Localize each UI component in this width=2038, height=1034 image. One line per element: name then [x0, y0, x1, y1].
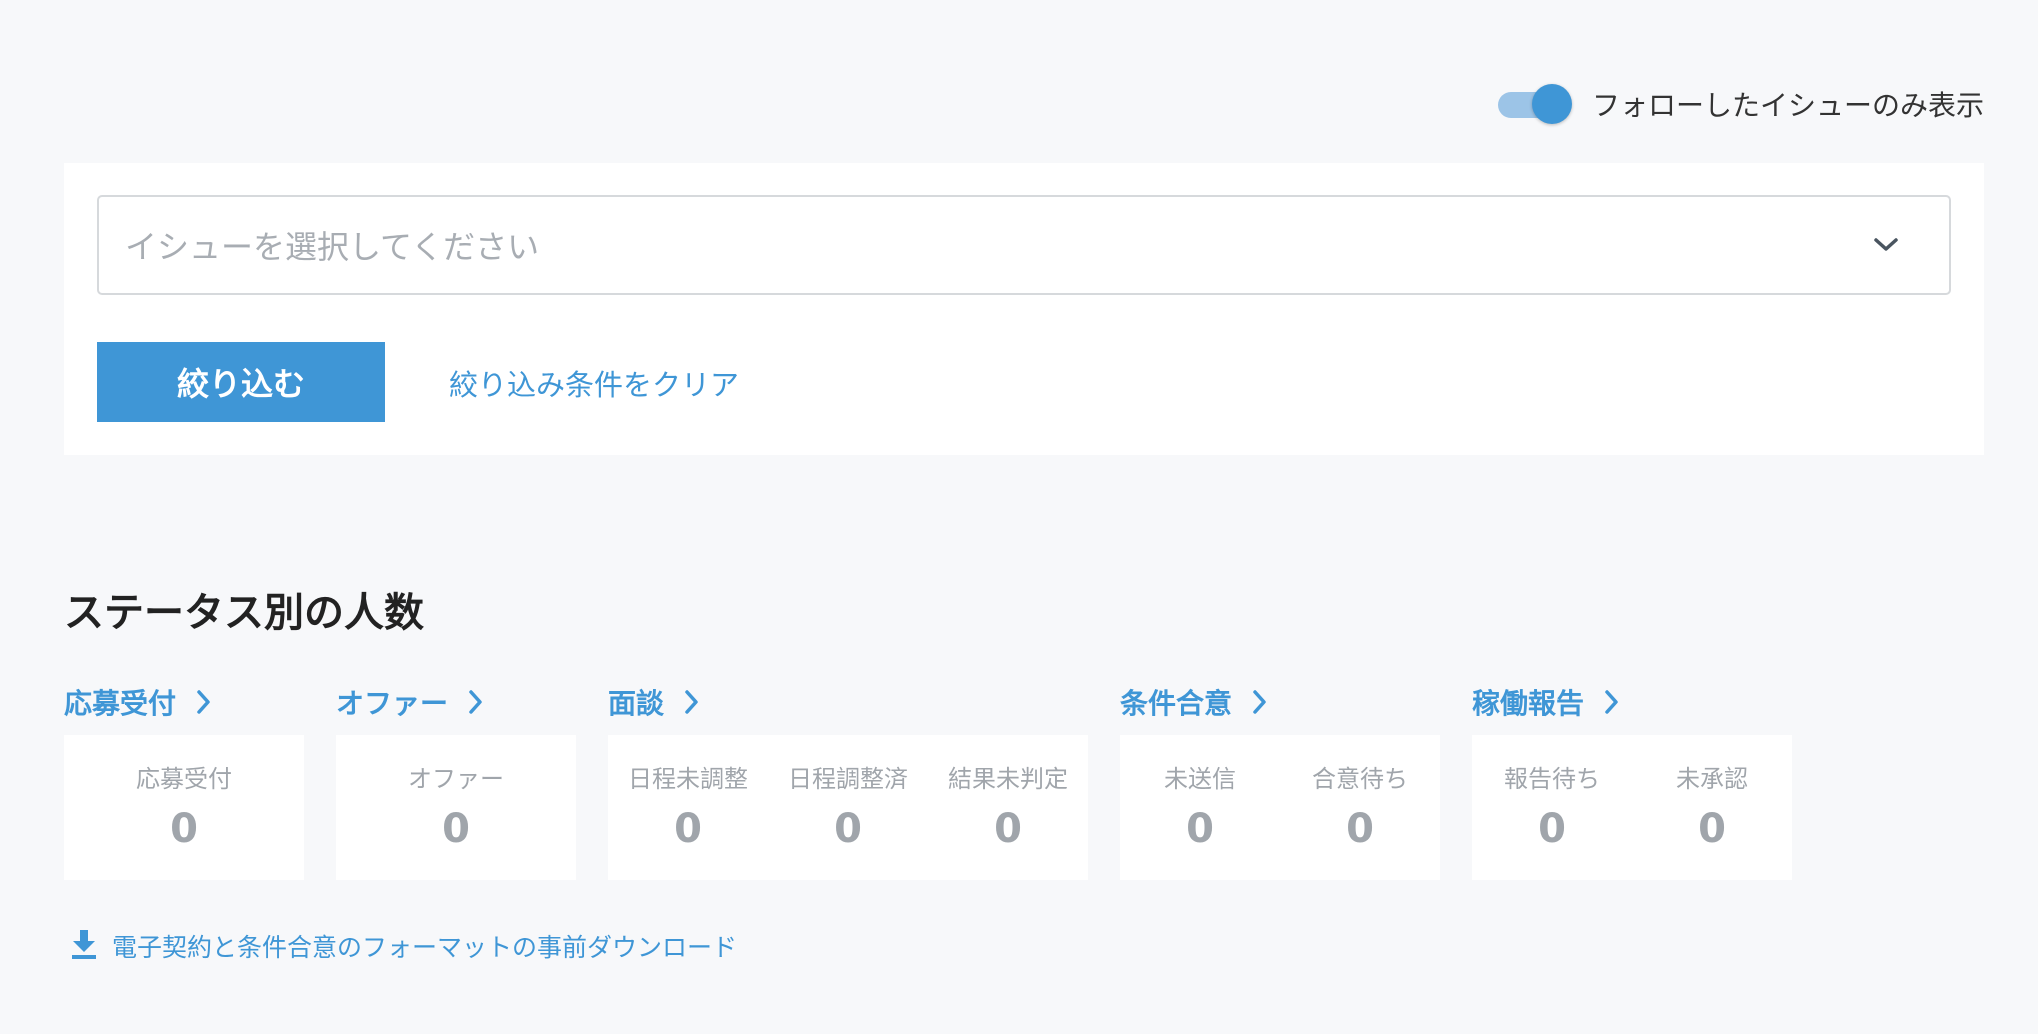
status-cell-label: 結果未判定: [948, 765, 1068, 793]
status-group-offer: オファー オファー 0: [336, 680, 576, 880]
status-group-title: 条件合意: [1120, 687, 1233, 720]
status-cell-value: 0: [170, 806, 198, 852]
status-cell: 合意待ち 0: [1280, 735, 1440, 880]
chevron-down-icon: [1871, 230, 1901, 260]
download-icon: [70, 928, 98, 964]
status-group-title: オファー: [336, 687, 449, 720]
status-cell-label: 日程未調整: [628, 765, 748, 793]
follow-toggle[interactable]: [1497, 84, 1572, 124]
status-cell-value: 0: [1346, 806, 1374, 852]
status-cell: 日程未調整 0: [608, 735, 768, 880]
status-cell-label: 応募受付: [136, 765, 232, 793]
status-group-header[interactable]: 稼働報告: [1472, 680, 1628, 724]
status-cell-value: 0: [1538, 806, 1566, 852]
status-cell-label: 日程調整済: [788, 765, 908, 793]
status-cell: 未送信 0: [1120, 735, 1280, 880]
status-cell: 未承認 0: [1632, 735, 1792, 880]
status-card: 応募受付 0: [64, 735, 304, 880]
chevron-right-icon: [468, 687, 492, 717]
section-title: ステータス別の人数: [64, 590, 424, 636]
status-cell-label: 合意待ち: [1312, 765, 1408, 793]
format-download-link[interactable]: 電子契約と条件合意のフォーマットの事前ダウンロード: [70, 928, 737, 964]
issue-select-placeholder: イシューを選択してください: [125, 228, 540, 266]
status-cell-value: 0: [1186, 806, 1214, 852]
chevron-right-icon: [196, 687, 220, 717]
chevron-right-icon: [1252, 687, 1276, 717]
page: フォローしたイシューのみ表示 イシューを選択してください 絞り込む 絞り込み条件…: [0, 0, 2038, 1034]
status-group-agreement: 条件合意 未送信 0 合意待ち 0: [1120, 680, 1440, 880]
status-cell-label: オファー: [408, 765, 504, 793]
status-group-header[interactable]: 応募受付: [64, 680, 220, 724]
filter-button[interactable]: 絞り込む: [97, 342, 385, 422]
follow-toggle-label: フォローしたイシューのみ表示: [1591, 89, 1984, 122]
status-group-title: 応募受付: [64, 687, 177, 720]
status-cell-value: 0: [1698, 806, 1726, 852]
status-group-work-report: 稼働報告 報告待ち 0 未承認 0: [1472, 680, 1792, 880]
clear-filter-link[interactable]: 絞り込み条件をクリア: [449, 362, 739, 404]
status-group-header[interactable]: 条件合意: [1120, 680, 1276, 724]
download-link-text: 電子契約と条件合意のフォーマットの事前ダウンロード: [112, 933, 738, 962]
status-cell: 結果未判定 0: [928, 735, 1088, 880]
status-cell-value: 0: [834, 806, 862, 852]
toggle-knob: [1531, 84, 1572, 124]
status-cell-value: 0: [442, 806, 470, 852]
status-cell-value: 0: [674, 806, 702, 852]
status-group-title: 稼働報告: [1472, 687, 1585, 720]
status-card: 未送信 0 合意待ち 0: [1120, 735, 1440, 880]
status-group-interview: 面談 日程未調整 0 日程調整済 0 結果未判定 0: [608, 680, 1088, 880]
status-cell-label: 報告待ち: [1504, 765, 1600, 793]
status-cell: 応募受付 0: [64, 735, 304, 880]
status-group-application: 応募受付 応募受付 0: [64, 680, 304, 880]
issue-select[interactable]: イシューを選択してください: [97, 195, 1951, 295]
chevron-right-icon: [1604, 687, 1628, 717]
follow-toggle-row: フォローしたイシューのみ表示: [1497, 84, 1984, 124]
status-cell: 日程調整済 0: [768, 735, 928, 880]
status-card: 日程未調整 0 日程調整済 0 結果未判定 0: [608, 735, 1088, 880]
status-group-title: 面談: [608, 687, 665, 720]
status-group-header[interactable]: オファー: [336, 680, 492, 724]
filter-card: イシューを選択してください 絞り込む 絞り込み条件をクリア: [64, 163, 1984, 455]
status-cell: 報告待ち 0: [1472, 735, 1632, 880]
status-cell-label: 未送信: [1164, 765, 1236, 793]
chevron-right-icon: [684, 687, 708, 717]
status-cell-value: 0: [994, 806, 1022, 852]
status-card: 報告待ち 0 未承認 0: [1472, 735, 1792, 880]
status-cell-label: 未承認: [1676, 765, 1748, 793]
status-cell: オファー 0: [336, 735, 576, 880]
status-card: オファー 0: [336, 735, 576, 880]
status-group-header[interactable]: 面談: [608, 680, 708, 724]
